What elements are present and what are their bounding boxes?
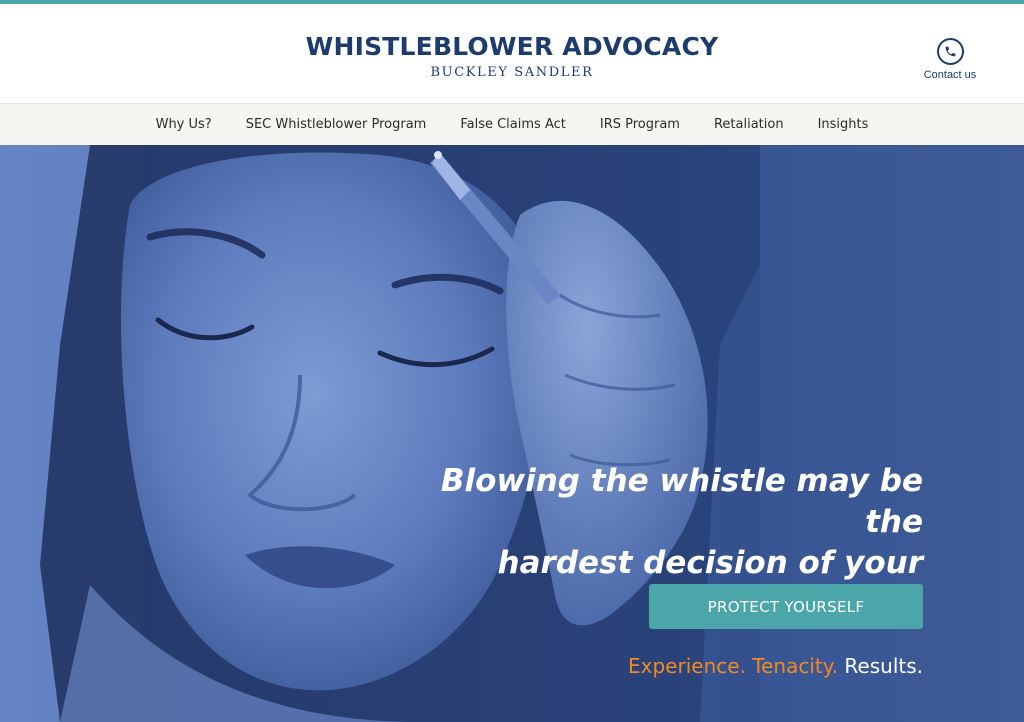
nav-item-why-us[interactable]: Why Us?	[156, 117, 212, 132]
tagline-experience-tenacity: Experience. Tenacity.	[628, 654, 839, 678]
phone-icon[interactable]	[936, 38, 964, 65]
nav-item-false-claims-act[interactable]: False Claims Act	[460, 117, 566, 132]
hero-tagline: Experience. Tenacity. Results.	[500, 652, 923, 680]
brand-title[interactable]: WHISTLEBLOWER ADVOCACY	[0, 32, 1024, 62]
site-header: WHISTLEBLOWER ADVOCACY BUCKLEY SANDLER C…	[0, 4, 1024, 103]
hero-photo-thinking-woman	[0, 145, 1024, 722]
main-navigation: Why Us? SEC Whistleblower Program False …	[0, 103, 1024, 145]
contact-us-link[interactable]: Contact us	[916, 38, 984, 81]
hero-banner: Blowing the whistle may be the hardest d…	[0, 145, 1024, 722]
nav-item-irs-program[interactable]: IRS Program	[600, 117, 680, 132]
contact-us-label[interactable]: Contact us	[916, 69, 984, 81]
brand-logo[interactable]: WHISTLEBLOWER ADVOCACY BUCKLEY SANDLER	[0, 32, 1024, 82]
nav-item-sec-whistleblower-program[interactable]: SEC Whistleblower Program	[246, 117, 427, 132]
brand-subtitle: BUCKLEY SANDLER	[430, 65, 594, 80]
nav-item-retaliation[interactable]: Retaliation	[714, 117, 784, 132]
hero-headline-line-1: Blowing the whistle may be the	[440, 463, 923, 540]
protect-yourself-button[interactable]: PROTECT YOURSELF	[649, 584, 923, 629]
tagline-results: Results.	[844, 654, 923, 678]
nav-item-insights[interactable]: Insights	[818, 117, 869, 132]
